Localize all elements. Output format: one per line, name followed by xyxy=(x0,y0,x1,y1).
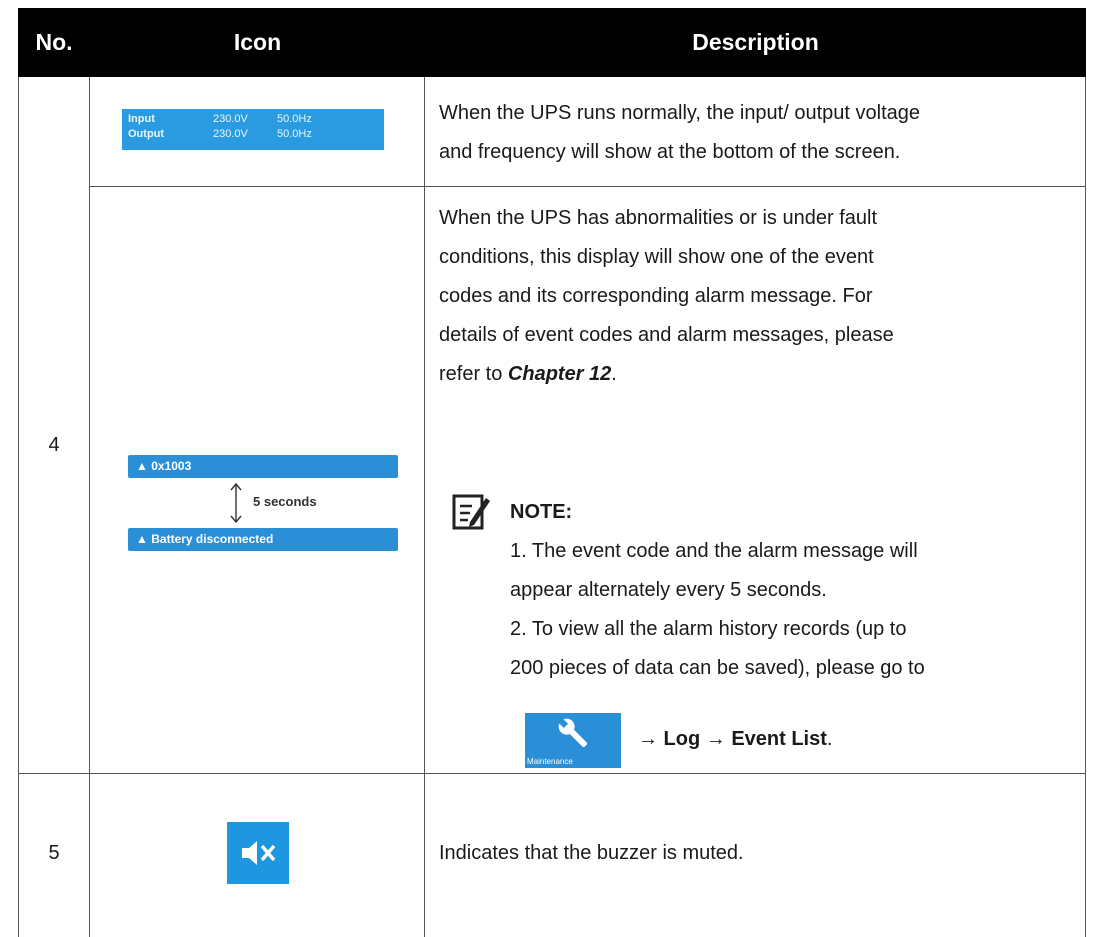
header-no: No. xyxy=(35,29,73,55)
row-number-4: 4 xyxy=(48,434,60,456)
lcd-output-label: Output xyxy=(128,128,165,140)
border-left xyxy=(18,77,19,937)
desc-alarm-line: codes and its corresponding alarm messag… xyxy=(439,285,873,307)
lcd-output-freq: 50.0Hz xyxy=(277,128,312,140)
border-right xyxy=(1085,77,1086,937)
updown-arrow-icon xyxy=(228,482,244,524)
interval-label: 5 seconds xyxy=(253,494,317,509)
table-header: No. Icon Description xyxy=(18,8,1086,77)
alarm-code: 0x1003 xyxy=(151,459,192,473)
divider-col2 xyxy=(424,77,425,937)
desc-normal-line1: When the UPS runs normally, the input/ o… xyxy=(439,102,921,124)
alarm-message: Battery disconnected xyxy=(151,532,274,546)
desc-alarm-line: conditions, this display will show one o… xyxy=(439,246,874,268)
buzzer-muted-icon xyxy=(227,822,289,884)
lcd-input-voltage: 230.0V xyxy=(213,113,248,125)
refer-prefix: refer to xyxy=(439,363,508,385)
maintenance-label: Maintenance xyxy=(527,757,573,766)
lcd-input-label: Input xyxy=(128,113,155,125)
warning-icon: ▲ xyxy=(136,532,148,546)
header-description: Description xyxy=(692,29,819,55)
row-number-5: 5 xyxy=(48,842,60,864)
divider-row5 xyxy=(18,773,1086,774)
refer-suffix: . xyxy=(611,363,617,385)
note-line: 1. The event code and the alarm message … xyxy=(510,540,918,562)
desc-alarm-line: details of event codes and alarm message… xyxy=(439,324,894,346)
alarm-code-bar: ▲ 0x1003 xyxy=(128,455,398,478)
desc-alarm-refer-line: refer to Chapter 12. xyxy=(439,355,1079,394)
header-icon: Icon xyxy=(233,29,282,55)
lcd-output-voltage: 230.0V xyxy=(213,128,248,140)
note-line: appear alternately every 5 seconds. xyxy=(510,579,827,601)
input-output-lcd-icon: Input 230.0V 50.0Hz Output 230.0V 50.0Hz xyxy=(122,109,384,150)
maintenance-wrench-icon: Maintenance xyxy=(525,713,621,768)
note-icon xyxy=(452,492,492,532)
desc-alarm-line: When the UPS has abnormalities or is und… xyxy=(439,207,877,229)
nav-path-text: → Log → Event List xyxy=(638,728,827,750)
chapter-link: Chapter 12 xyxy=(507,363,612,385)
divider-row4a xyxy=(89,186,1086,187)
warning-icon: ▲ xyxy=(136,459,148,473)
description-buzzer-muted: Indicates that the buzzer is muted. xyxy=(439,842,744,864)
note-body: 1. The event code and the alarm message … xyxy=(510,532,1080,688)
note-line: 2. To view all the alarm history records… xyxy=(510,618,907,640)
divider-col1 xyxy=(89,77,90,937)
nav-suffix: . xyxy=(826,728,833,750)
note-title: NOTE: xyxy=(510,501,573,523)
lcd-input-freq: 50.0Hz xyxy=(277,113,312,125)
nav-path: → Log → Event List. xyxy=(638,720,832,759)
note-line: 200 pieces of data can be saved), please… xyxy=(510,657,925,679)
description-normal: When the UPS runs normally, the input/ o… xyxy=(439,94,1079,172)
desc-normal-line2: and frequency will show at the bottom of… xyxy=(439,141,901,163)
alarm-message-bar: ▲ Battery disconnected xyxy=(128,528,398,551)
description-alarm: When the UPS has abnormalities or is und… xyxy=(439,199,1079,394)
